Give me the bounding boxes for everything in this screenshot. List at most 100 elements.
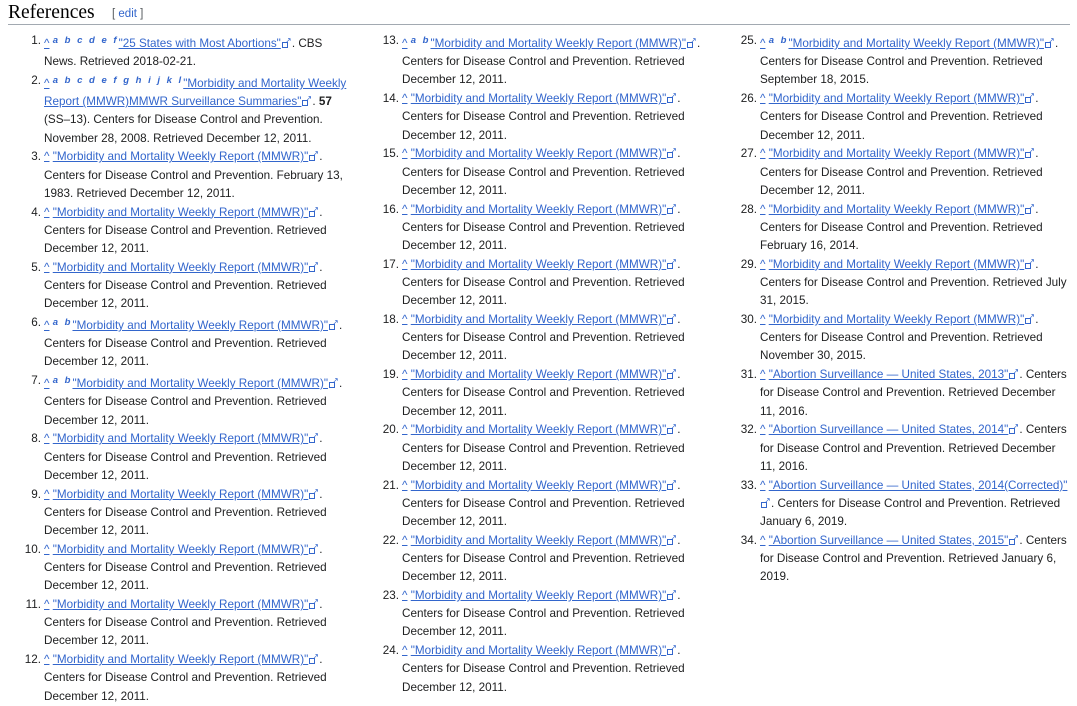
reference-item: 15. ^ "Morbidity and Mortality Weekly Rep… (383, 145, 704, 200)
citation-title-link[interactable]: "Morbidity and Mortality Weekly Report (… (411, 147, 667, 160)
reference-item: 30. ^ "Morbidity and Mortality Weekly Rep… (741, 311, 1072, 366)
backlink-caret[interactable]: ^ (44, 488, 49, 501)
external-link-icon (1025, 147, 1035, 159)
backlink-caret[interactable]: ^ (760, 423, 765, 436)
citation-title-link[interactable]: "Morbidity and Mortality Weekly Report (… (769, 147, 1025, 160)
backlink-caret[interactable]: ^ (760, 147, 765, 160)
reference-item: 21. ^ "Morbidity and Mortality Weekly Rep… (383, 477, 704, 532)
citation-title-link[interactable]: "Morbidity and Mortality Weekly Report (… (411, 313, 667, 326)
citation-title-link[interactable]: "Morbidity and Mortality Weekly Report (… (411, 258, 667, 271)
citation-title-link[interactable]: "Morbidity and Mortality Weekly Report (… (411, 589, 667, 602)
citation-title-link[interactable]: "Morbidity and Mortality Weekly Report (… (53, 206, 309, 219)
backlink-caret[interactable]: ^ (44, 206, 49, 219)
reference-item: 7. ^ a b"Morbidity and Mortality Weekly R… (31, 372, 348, 430)
citation-title-link[interactable]: "Abortion Surveillance — United States, … (769, 479, 1068, 492)
reference-number: 4. (31, 205, 41, 219)
external-link-icon (667, 589, 677, 601)
backlink-caret[interactable]: ^ (402, 368, 407, 381)
reference-number: 15. (382, 147, 399, 161)
backlink-caret[interactable]: ^ (44, 261, 49, 274)
citation-title-link[interactable]: "Morbidity and Mortality Weekly Report (… (72, 319, 328, 332)
backlink-caret[interactable]: ^ (44, 150, 49, 163)
backlink-caret[interactable]: ^ (760, 534, 765, 547)
citation-title-link[interactable]: "Morbidity and Mortality Weekly Report (… (411, 479, 667, 492)
backlink-caret[interactable]: ^ (402, 644, 407, 657)
backlink-caret[interactable]: ^ (402, 313, 407, 326)
backlink-caret[interactable]: ^ (44, 377, 49, 390)
backlink-letters[interactable]: a b (769, 35, 789, 46)
backlink-caret[interactable]: ^ (44, 77, 49, 90)
backlink-caret[interactable]: ^ (760, 313, 765, 326)
backlink-caret[interactable]: ^ (44, 37, 49, 50)
citation-title-link[interactable]: "Morbidity and Mortality Weekly Report (… (769, 258, 1025, 271)
backlink-caret[interactable]: ^ (44, 319, 49, 332)
citation-title-link[interactable]: "Morbidity and Mortality Weekly Report (… (53, 432, 309, 445)
backlink-caret[interactable]: ^ (44, 598, 49, 611)
reference-number: 16. (382, 202, 399, 216)
citation-title-link[interactable]: "Morbidity and Mortality Weekly Report (… (769, 92, 1025, 105)
reference-number: 13. (382, 34, 399, 47)
reference-number: 30. (740, 313, 757, 327)
backlink-caret[interactable]: ^ (760, 258, 765, 271)
external-link-icon (667, 258, 677, 269)
backlink-letters[interactable]: a b (53, 375, 73, 386)
citation-title-link[interactable]: "Abortion Surveillance — United States, … (769, 368, 1009, 381)
backlink-caret[interactable]: ^ (402, 92, 407, 105)
external-link-icon (667, 203, 677, 214)
reference-item: 34. ^ "Abortion Surveillance — United Sta… (741, 532, 1072, 587)
external-link-icon (309, 653, 319, 665)
citation-title-link[interactable]: "Abortion Surveillance — United States, … (769, 534, 1009, 547)
citation-title-link[interactable]: "Morbidity and Mortality Weekly Report (… (411, 534, 667, 547)
citation-title-link[interactable]: "Morbidity and Mortality Weekly Report (… (72, 377, 328, 390)
citation-title-link[interactable]: "Morbidity and Mortality Weekly Report (… (53, 653, 309, 666)
backlink-caret[interactable]: ^ (402, 37, 407, 50)
backlink-caret[interactable]: ^ (402, 147, 407, 160)
citation-title-link[interactable]: "Morbidity and Mortality Weekly Report (… (53, 488, 309, 501)
citation-title-link[interactable]: "Morbidity and Mortality Weekly Report (… (53, 543, 309, 556)
citation-title-link[interactable]: "Morbidity and Mortality Weekly Report (… (430, 37, 686, 50)
backlink-caret[interactable]: ^ (402, 534, 407, 547)
backlink-caret[interactable]: ^ (402, 423, 407, 436)
citation-title-link[interactable]: "25 States with Most Abortions" (119, 37, 281, 50)
backlink-caret[interactable]: ^ (760, 37, 765, 50)
external-link-icon (1009, 423, 1019, 435)
backlink-caret[interactable]: ^ (760, 203, 765, 216)
citation-title-link[interactable]: "Morbidity and Mortality Weekly Report (… (53, 261, 309, 274)
citation-title-link[interactable]: "Morbidity and Mortality Weekly Report (… (411, 203, 667, 216)
references-column-1: 1. ^ a b c d e f"25 States with Most Abor… (25, 32, 348, 706)
backlink-caret[interactable]: ^ (44, 653, 49, 666)
external-link-icon (667, 92, 677, 104)
external-link-icon (686, 37, 697, 48)
citation-title-link[interactable]: "Morbidity and Mortality Weekly Report (… (769, 313, 1025, 326)
backlink-caret[interactable]: ^ (44, 543, 49, 556)
citation-title-link[interactable]: "Abortion Surveillance — United States, … (769, 423, 1009, 436)
backlink-caret[interactable]: ^ (402, 589, 407, 602)
external-link-icon (667, 423, 677, 435)
citation-title-link[interactable]: "Morbidity and Mortality Weekly Report (… (53, 598, 309, 611)
backlink-letters[interactable]: a b c d e f g h i j k l (53, 75, 183, 86)
backlink-caret[interactable]: ^ (402, 479, 407, 492)
citation-title-link[interactable]: "Morbidity and Mortality Weekly Report (… (788, 37, 1044, 50)
citation-details-2: (SS–13). Centers for Disease Control and… (44, 113, 323, 145)
backlink-caret[interactable]: ^ (402, 203, 407, 216)
edit-link[interactable]: edit (118, 8, 137, 20)
backlink-caret[interactable]: ^ (760, 368, 765, 381)
citation-title-link[interactable]: "Morbidity and Mortality Weekly Report (… (411, 644, 667, 657)
references-column-2: 13. ^ a b"Morbidity and Mortality Weekly … (383, 32, 704, 697)
citation-title-link[interactable]: "Morbidity and Mortality Weekly Report (… (53, 150, 309, 163)
citation-title-link[interactable]: "Morbidity and Mortality Weekly Report (… (769, 203, 1025, 216)
citation-title-link[interactable]: "Morbidity and Mortality Weekly Report (… (411, 368, 667, 381)
backlink-letters[interactable]: a b (53, 317, 73, 328)
reference-number: 5. (31, 260, 41, 274)
citation-title-link[interactable]: "Morbidity and Mortality Weekly Report (… (411, 92, 667, 105)
citation-title-link[interactable]: "Morbidity and Mortality Weekly Report (… (411, 423, 667, 436)
backlink-caret[interactable]: ^ (402, 258, 407, 271)
backlink-caret[interactable]: ^ (760, 479, 765, 492)
backlink-caret[interactable]: ^ (44, 432, 49, 445)
reference-item: 20. ^ "Morbidity and Mortality Weekly Rep… (383, 421, 704, 476)
backlink-caret[interactable]: ^ (760, 92, 765, 105)
backlink-letters[interactable]: a b c d e f (53, 35, 119, 46)
external-link-icon (328, 377, 339, 389)
backlink-letters[interactable]: a b (411, 35, 431, 46)
reference-number: 22. (382, 533, 399, 547)
